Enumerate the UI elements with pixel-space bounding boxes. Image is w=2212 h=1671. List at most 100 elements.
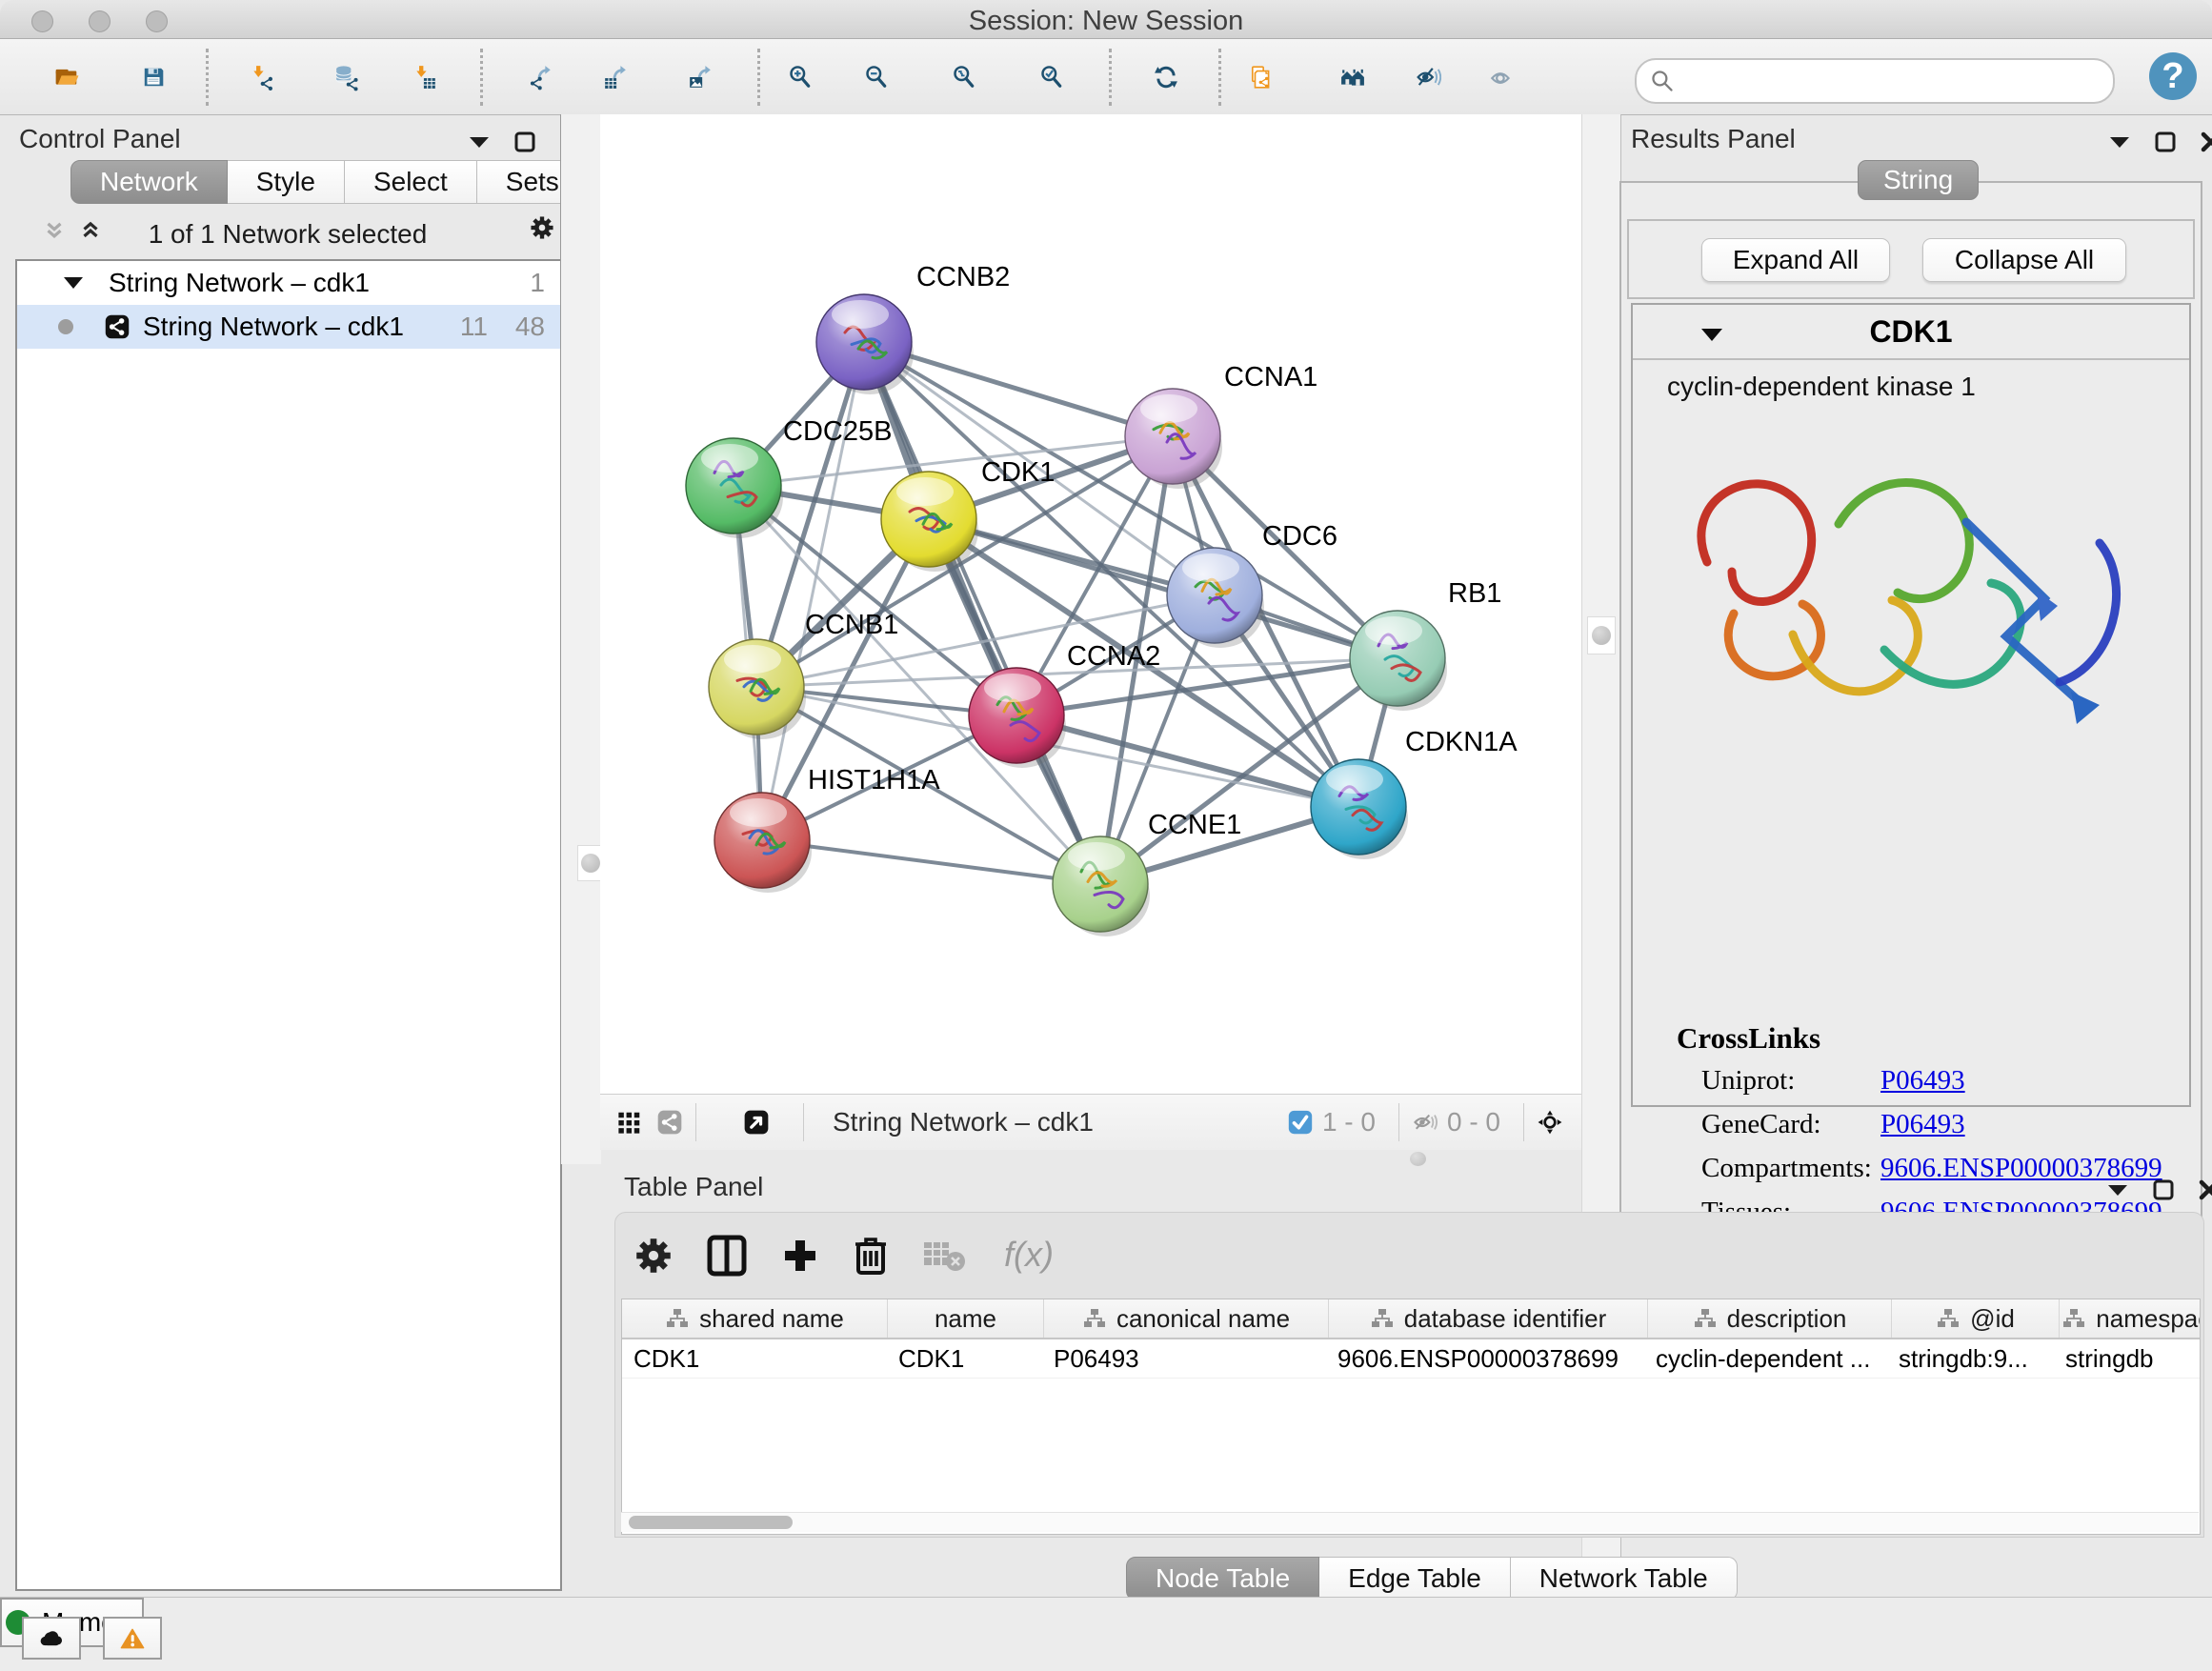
tab-select[interactable]: Select (345, 160, 477, 204)
hidden-count: 0 - 0 (1447, 1107, 1500, 1137)
table-panel: Table Panel f(x) shared namenamecanonica… (570, 1164, 2212, 1597)
export-network-button[interactable] (513, 50, 569, 105)
cloud-button[interactable] (22, 1617, 81, 1660)
add-column-icon[interactable] (781, 1243, 819, 1268)
tab-style[interactable]: Style (228, 160, 345, 204)
cell-databaseidentifier[interactable]: 9606.ENSP00000378699 (1326, 1339, 1644, 1378)
result-card-header[interactable]: CDK1 (1633, 305, 2189, 360)
tab-network-table[interactable]: Network Table (1511, 1557, 1738, 1601)
export-table-button[interactable] (588, 50, 643, 105)
hidden-eye-icon[interactable] (1413, 1110, 1438, 1135)
right-splitter-handle[interactable] (1587, 616, 1616, 654)
table-toolbar: f(x) (634, 1220, 1061, 1291)
help-icon[interactable]: ? (2149, 52, 2197, 100)
zoom-fit-button[interactable] (936, 50, 992, 105)
zoom-selected-button[interactable] (1024, 50, 1079, 105)
cell-description[interactable]: cyclin-dependent ... (1644, 1339, 1887, 1378)
results-buttons-box: Expand All Collapse All (1627, 219, 2195, 299)
network-node-CDKN1A[interactable]: CDKN1A (1311, 727, 1518, 859)
left-splitter[interactable] (560, 114, 601, 1164)
import-database-icon (334, 65, 359, 90)
node-table[interactable]: shared namenamecanonical namedatabase id… (621, 1299, 2201, 1535)
selected-checkbox-icon[interactable] (1288, 1110, 1313, 1135)
network-view-title: String Network – cdk1 (833, 1107, 1094, 1137)
crosshair-move-icon[interactable] (1538, 1110, 1562, 1135)
function-builder-icon: f(x) (1000, 1243, 1061, 1268)
tab-string[interactable]: String (1858, 160, 1979, 200)
birdseye-view-icon[interactable] (744, 1110, 769, 1135)
export-image-button[interactable] (673, 50, 728, 105)
network-collection-row[interactable]: String Network – cdk1 1 (17, 261, 560, 305)
column-header-name[interactable]: name (888, 1299, 1044, 1338)
panel-close-icon[interactable] (2199, 130, 2212, 154)
expand-all-button[interactable]: Expand All (1701, 238, 1890, 282)
table-row[interactable]: CDK1CDK1P064939606.ENSP00000378699cyclin… (622, 1339, 2200, 1379)
panel-float-icon[interactable] (513, 130, 537, 154)
column-header-sharedname[interactable]: shared name (622, 1299, 888, 1338)
cell-canonicalname[interactable]: P06493 (1042, 1339, 1326, 1378)
panel-float-icon[interactable] (2151, 1178, 2176, 1202)
panel-float-icon[interactable] (2153, 130, 2178, 154)
table-tabs: Node TableEdge TableNetwork Table (1126, 1557, 1738, 1601)
network-node-CDK1[interactable]: CDK1 (881, 457, 1055, 572)
network-row[interactable]: String Network – cdk1 11 48 (17, 305, 560, 349)
collection-count: 1 (530, 268, 545, 298)
table-horizontal-scrollbar[interactable] (621, 1512, 2199, 1532)
node-label-CCNA2: CCNA2 (1067, 641, 1160, 672)
network-node-CDC25B[interactable]: CDC25B (686, 416, 892, 538)
zoom-in-button[interactable] (773, 50, 828, 105)
tab-node-table[interactable]: Node Table (1126, 1557, 1319, 1601)
network-node-RB1[interactable]: RB1 (1350, 578, 1501, 711)
collapse-all-button[interactable]: Collapse All (1922, 238, 2126, 282)
show-eye-button[interactable] (1474, 50, 1529, 105)
panel-close-icon[interactable] (2197, 1178, 2212, 1202)
network-node-CCNA1[interactable]: CCNA1 (1125, 362, 1317, 489)
warning-button[interactable] (103, 1617, 162, 1660)
cell-sharedname[interactable]: CDK1 (622, 1339, 887, 1378)
crosslink-genecard-link[interactable]: P06493 (1880, 1109, 1965, 1140)
cell-namespace[interactable]: stringdb (2054, 1339, 2201, 1378)
import-table-button[interactable] (397, 50, 452, 105)
cell-id[interactable]: stringdb:9... (1887, 1339, 2054, 1378)
columns-icon[interactable] (707, 1243, 747, 1268)
column-header-namespace[interactable]: namespace (2060, 1299, 2201, 1338)
panel-menu-caret-icon[interactable] (2105, 1178, 2130, 1202)
column-header-databaseidentifier[interactable]: database identifier (1329, 1299, 1648, 1338)
network-view-canvas[interactable]: CCNB2 CCNA1 CDC25B CDK1 CDC6 (600, 114, 1581, 1094)
zoom-out-button[interactable] (849, 50, 904, 105)
tree-sort-icon (1082, 1306, 1107, 1331)
gear-icon[interactable] (634, 1243, 673, 1268)
copy-network-button[interactable] (1234, 50, 1289, 105)
cdk1-result-card: CDK1 cyclin-dependent kinase 1 CrossLink… (1631, 303, 2191, 1107)
search-box[interactable] (1635, 58, 2115, 104)
panel-menu-caret-icon[interactable] (467, 130, 492, 154)
network-node-CCNB1[interactable]: CCNB1 (709, 610, 898, 739)
network-node-HIST1H1A[interactable]: HIST1H1A (714, 765, 940, 893)
save-button[interactable] (126, 50, 181, 105)
tab-network[interactable]: Network (70, 160, 228, 204)
string-results-container: Expand All Collapse All CDK1 cyclin-depe… (1619, 181, 2202, 1227)
column-header-id[interactable]: @id (1892, 1299, 2060, 1338)
scrollbar-thumb[interactable] (629, 1516, 793, 1529)
cell-name[interactable]: CDK1 (887, 1339, 1042, 1378)
network-node-CCNB2[interactable]: CCNB2 (816, 262, 1010, 394)
hide-eye-button[interactable] (1401, 50, 1457, 105)
gear-icon[interactable] (530, 215, 554, 240)
import-database-button[interactable] (319, 50, 374, 105)
delete-column-icon[interactable] (854, 1243, 888, 1268)
crosslink-uniprot-link[interactable]: P06493 (1880, 1065, 1965, 1097)
column-header-canonicalname[interactable]: canonical name (1044, 1299, 1329, 1338)
search-input[interactable] (1675, 66, 2079, 97)
share-view-icon[interactable] (657, 1110, 682, 1135)
network-node-CCNE1[interactable]: CCNE1 (1053, 810, 1241, 936)
open-folder-button[interactable] (39, 50, 94, 105)
string-home-button[interactable] (1325, 50, 1380, 105)
refresh-button[interactable] (1138, 50, 1194, 105)
grid-view-icon[interactable] (617, 1110, 642, 1135)
column-header-description[interactable]: description (1648, 1299, 1892, 1338)
table-panel-body: f(x) shared namenamecanonical namedataba… (614, 1212, 2204, 1538)
tab-edge-table[interactable]: Edge Table (1319, 1557, 1511, 1601)
panel-menu-caret-icon[interactable] (2107, 130, 2132, 154)
tree-expand-caret-icon[interactable] (61, 271, 86, 295)
import-network-button[interactable] (234, 50, 290, 105)
